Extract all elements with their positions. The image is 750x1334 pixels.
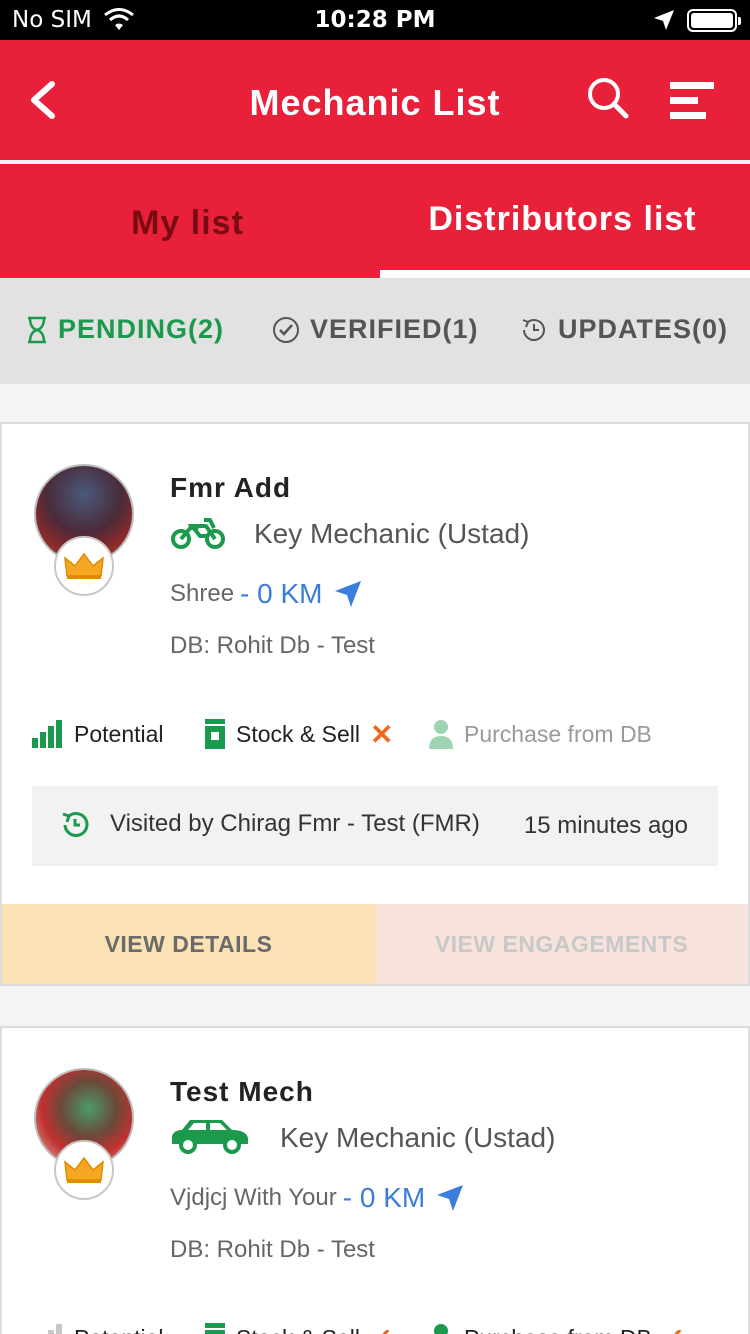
visited-by-label: Visited by Chirag Fmr - Test (FMR) — [110, 810, 480, 837]
location-name: Vjdjcj With Your — [170, 1184, 337, 1211]
card-actions: VIEW DETAILS VIEW ENGAGEMENTS — [2, 904, 748, 984]
stats-row: Potential Stock & Sell ✓ Purchase from D… — [32, 1318, 732, 1334]
person-icon — [434, 1324, 448, 1334]
check-icon: ✓ — [370, 1322, 393, 1334]
mechanic-card[interactable]: Test Mech Key Mechanic (Ustad) Vjdjcj Wi… — [0, 1026, 750, 1334]
stat-purchase-label: Purchase from DB — [464, 720, 652, 747]
page-title: Mechanic List — [249, 82, 501, 123]
stat-stock-sell: Stock & Sell ✓ — [204, 1318, 393, 1334]
history-icon — [60, 810, 90, 845]
mechanic-card[interactable]: Fmr Add Key Mechanic (Ustad) Shree - 0 K… — [0, 422, 750, 986]
distributor-label: DB: Rohit Db - Test — [170, 1236, 375, 1263]
clock: 10:28 PM — [314, 7, 436, 33]
person-icon — [429, 720, 453, 749]
mechanic-name: Test Mech — [170, 1076, 314, 1107]
app-bar: Mechanic List — [0, 40, 750, 160]
navigate-icon[interactable] — [435, 1183, 465, 1213]
stat-purchase: Purchase from DB — [428, 714, 652, 754]
visit-time: 15 minutes ago — [523, 812, 688, 839]
location-row: Shree - 0 KM — [170, 578, 363, 610]
mechanic-type: Key Mechanic (Ustad) — [280, 1122, 556, 1153]
check-circle-icon — [273, 316, 299, 343]
signal-bars-icon — [32, 720, 62, 748]
motorbike-icon — [170, 514, 226, 555]
stat-potential: Potential — [32, 714, 164, 754]
stat-stock-label: Stock & Sell — [236, 720, 360, 747]
visit-info: Visited by Chirag Fmr - Test (FMR) 15 mi… — [32, 786, 718, 866]
stat-purchase: Purchase from DB ✓ — [428, 1318, 685, 1334]
distance-label: - 0 KM — [342, 1182, 426, 1213]
navigate-icon[interactable] — [333, 579, 363, 609]
view-details-button[interactable]: VIEW DETAILS — [2, 904, 375, 984]
stock-box-icon — [205, 1323, 225, 1334]
stat-stock-label: Stock & Sell — [236, 1325, 360, 1334]
tab-my-list[interactable]: My list — [0, 164, 375, 278]
tab-distributors-list[interactable]: Distributors list — [375, 164, 750, 278]
view-engagements-button[interactable]: VIEW ENGAGEMENTS — [375, 904, 748, 984]
mechanic-type: Key Mechanic (Ustad) — [254, 518, 530, 549]
crown-icon — [54, 536, 114, 596]
filter-pending[interactable]: PENDING(2) — [26, 314, 224, 345]
filter-updates-label: UPDATES(0) — [558, 314, 729, 344]
tab-bar: My list Distributors list — [0, 164, 750, 278]
crown-icon — [54, 1140, 114, 1200]
status-filter-bar: PENDING(2) VERIFIED(1) UPDATES(0) — [0, 278, 750, 384]
distance-label: - 0 KM — [240, 578, 323, 609]
stock-box-icon — [205, 719, 225, 749]
sort-menu-icon[interactable] — [668, 80, 716, 127]
stat-purchase-label: Purchase from DB — [464, 1325, 652, 1334]
search-icon[interactable] — [586, 76, 630, 125]
check-icon: ✓ — [662, 1322, 685, 1334]
clock-history-icon — [522, 318, 545, 341]
stat-potential: Potential — [32, 1318, 164, 1334]
location-row: Vjdjcj With Your - 0 KM — [170, 1182, 465, 1214]
distributor-label: DB: Rohit Db - Test — [170, 632, 375, 659]
location-arrow-icon — [652, 8, 676, 38]
cross-icon: ✕ — [370, 718, 394, 750]
filter-verified[interactable]: VERIFIED(1) — [272, 314, 479, 345]
filter-verified-label: VERIFIED(1) — [310, 314, 479, 344]
stat-potential-label: Potential — [74, 1325, 164, 1334]
stat-stock-sell: Stock & Sell ✕ — [204, 714, 393, 754]
battery-icon — [687, 9, 741, 32]
status-bar: No SIM 10:28 PM — [0, 0, 750, 40]
stats-row: Potential Stock & Sell ✕ Purchase from D… — [32, 714, 732, 754]
car-icon — [170, 1118, 250, 1159]
filter-updates[interactable]: UPDATES(0) — [520, 314, 728, 345]
hourglass-icon — [28, 316, 46, 343]
tab-indicator — [380, 270, 750, 278]
signal-bars-icon — [48, 1324, 62, 1334]
filter-pending-label: PENDING(2) — [58, 314, 225, 344]
mechanic-name: Fmr Add — [170, 472, 292, 503]
stat-potential-label: Potential — [74, 720, 164, 747]
location-name: Shree — [170, 580, 235, 607]
